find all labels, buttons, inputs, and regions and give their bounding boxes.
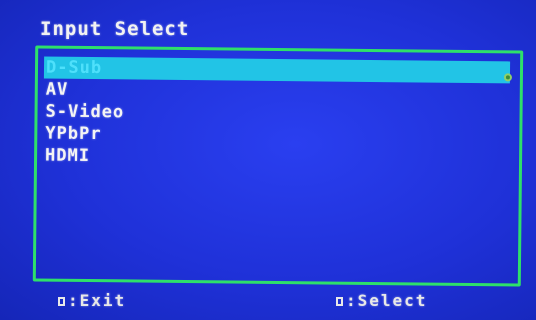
page-title: Input Select <box>40 18 190 40</box>
input-item-label: HDMI <box>44 145 91 167</box>
exit-hint: :Exit <box>58 291 126 310</box>
select-label: :Select <box>346 291 428 310</box>
exit-label: :Exit <box>68 291 127 310</box>
select-hint: :Select <box>336 291 427 310</box>
input-item-hdmi[interactable]: HDMI <box>43 145 509 172</box>
input-item-label: YPbPr <box>45 123 102 145</box>
selection-indicator-icon <box>503 73 512 82</box>
input-item-label: S-Video <box>45 101 125 123</box>
input-list: D-Sub AV S-Video YPbPr HDMI <box>43 56 511 172</box>
source-key-icon <box>336 297 343 306</box>
menu-key-icon <box>58 297 65 306</box>
input-item-label: D-Sub <box>45 57 103 79</box>
input-list-panel: D-Sub AV S-Video YPbPr HDMI <box>32 45 524 287</box>
input-item-label: AV <box>45 79 69 100</box>
osd-screen: Input Select D-Sub AV S-Video YPbPr HDMI… <box>0 0 536 320</box>
